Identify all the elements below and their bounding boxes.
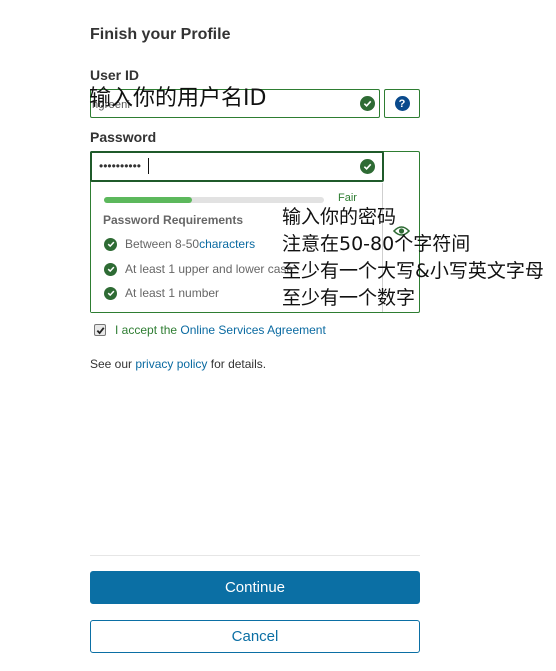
privacy-policy-link[interactable]: privacy policy: [135, 357, 207, 371]
check-circle-icon: [104, 286, 117, 300]
checkbox-check-icon: [96, 326, 104, 334]
accept-text: I accept the: [115, 323, 178, 337]
annotation-line: 至少有一个数字: [282, 287, 416, 309]
check-circle-icon: [104, 262, 117, 276]
annotation-line: 输入你的密码: [282, 206, 397, 228]
requirement-item: At least 1 upper and lower case: [104, 262, 293, 276]
annotation-line: 至少有一个大写&小写英文字母: [282, 260, 544, 282]
privacy-note: See our privacy policy for details.: [90, 357, 266, 371]
policy-suffix: for details.: [207, 357, 267, 371]
userid-label: User ID: [90, 67, 140, 83]
help-icon: ?: [394, 96, 410, 111]
strength-label: Fair: [338, 192, 357, 204]
userid-annotation: 输入你的用户名ID: [89, 86, 267, 111]
requirement-text: At least 1 upper and lower case: [125, 262, 294, 276]
requirement-item: At least 1 number: [104, 286, 219, 300]
check-circle-icon: [104, 237, 117, 251]
divider: [90, 555, 420, 556]
strength-meter-fill: [104, 197, 192, 203]
password-label: Password: [90, 129, 157, 145]
password-masked-value: ••••••••••: [99, 159, 142, 173]
userid-valid-check-icon: [360, 96, 375, 111]
accept-checkbox[interactable]: [94, 324, 106, 336]
text-caret: [148, 158, 149, 174]
characters-link[interactable]: characters: [199, 237, 255, 251]
agreement-link[interactable]: Online Services Agreement: [180, 323, 325, 337]
requirement-item: Between 8-50 characters: [104, 237, 255, 251]
password-valid-check-icon: [360, 159, 375, 174]
userid-help-button[interactable]: ?: [384, 89, 420, 118]
annotation-line: 注意在50-80个字符间: [282, 233, 471, 255]
page-title: Finish your Profile: [90, 26, 231, 43]
policy-prefix: See our: [90, 357, 136, 371]
cancel-button[interactable]: Cancel: [90, 620, 420, 653]
requirement-text: At least 1 number: [125, 286, 220, 300]
continue-button[interactable]: Continue: [90, 571, 420, 604]
requirement-text: Between 8-50: [125, 237, 200, 251]
accept-agreement-row: I accept the Online Services Agreement: [94, 323, 326, 337]
requirements-title: Password Requirements: [103, 213, 244, 227]
